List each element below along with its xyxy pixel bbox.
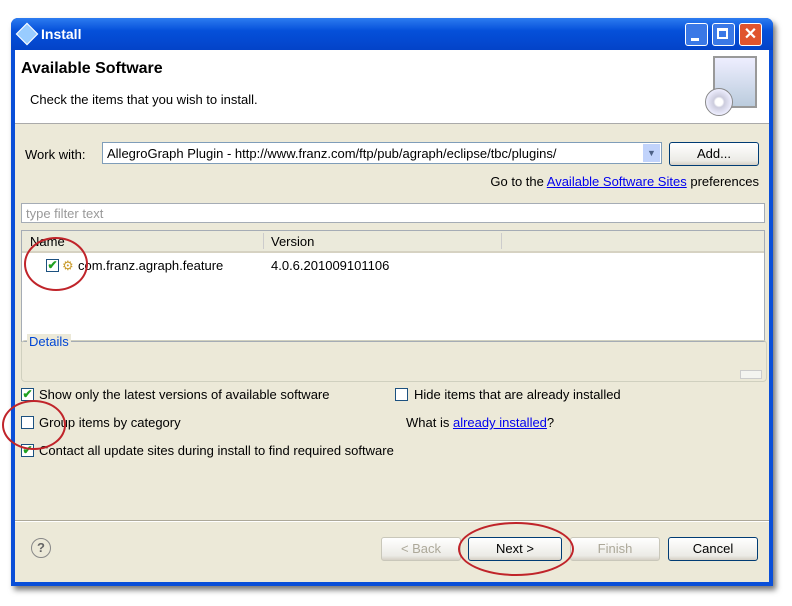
page-subtitle: Check the items that you wish to install… <box>30 92 258 107</box>
dialog-header: Available Software Check the items that … <box>15 50 769 124</box>
contact-sites-label: Contact all update sites during install … <box>39 443 394 458</box>
column-version[interactable]: Version <box>271 234 314 249</box>
hide-installed-label: Hide items that are already installed <box>414 387 621 402</box>
minimize-button[interactable] <box>685 23 708 46</box>
feature-name: com.franz.agraph.feature <box>78 258 224 273</box>
table-header: Name Version <box>22 231 764 253</box>
eclipse-icon <box>15 22 39 46</box>
back-button[interactable]: < Back <box>381 537 461 561</box>
already-installed-text: What is already installed? <box>406 415 555 430</box>
title-bar[interactable]: Install ✕ <box>11 18 773 50</box>
feature-version: 4.0.6.201009101106 <box>271 258 390 273</box>
dialog-body: Available Software Check the items that … <box>15 50 769 582</box>
latest-versions-label: Show only the latest versions of availab… <box>39 387 330 402</box>
annotation-circle <box>24 237 88 291</box>
software-table[interactable]: Name Version ✔ ⚙ com.franz.agraph.featur… <box>21 230 765 342</box>
details-scroll[interactable] <box>740 370 762 379</box>
sites-text: Go to the Available Software Sites prefe… <box>490 174 759 189</box>
work-with-value: AllegroGraph Plugin - http://www.franz.c… <box>107 146 557 161</box>
work-with-combo[interactable]: AllegroGraph Plugin - http://www.franz.c… <box>102 142 662 164</box>
cd-icon <box>705 88 733 116</box>
filter-input[interactable]: type filter text <box>21 203 765 223</box>
page-title: Available Software <box>21 60 163 77</box>
available-software-sites-link[interactable]: Available Software Sites <box>547 174 687 189</box>
finish-button[interactable]: Finish <box>570 537 660 561</box>
details-group <box>21 340 767 382</box>
window-title: Install <box>41 26 82 42</box>
separator <box>15 520 769 522</box>
annotation-circle <box>2 400 66 450</box>
chevron-down-icon[interactable]: ▼ <box>643 144 660 162</box>
hide-installed-checkbox[interactable] <box>395 388 408 401</box>
help-icon[interactable]: ? <box>31 538 51 558</box>
work-with-label: Work with: <box>25 147 86 162</box>
details-label: Details <box>27 334 71 349</box>
close-button[interactable]: ✕ <box>739 23 762 46</box>
already-installed-link[interactable]: already installed <box>453 415 547 430</box>
cancel-button[interactable]: Cancel <box>668 537 758 561</box>
annotation-circle <box>458 522 574 576</box>
maximize-button[interactable] <box>712 23 735 46</box>
add-button[interactable]: Add... <box>669 142 759 166</box>
install-window: Install ✕ Available Software Check the i… <box>11 18 773 586</box>
